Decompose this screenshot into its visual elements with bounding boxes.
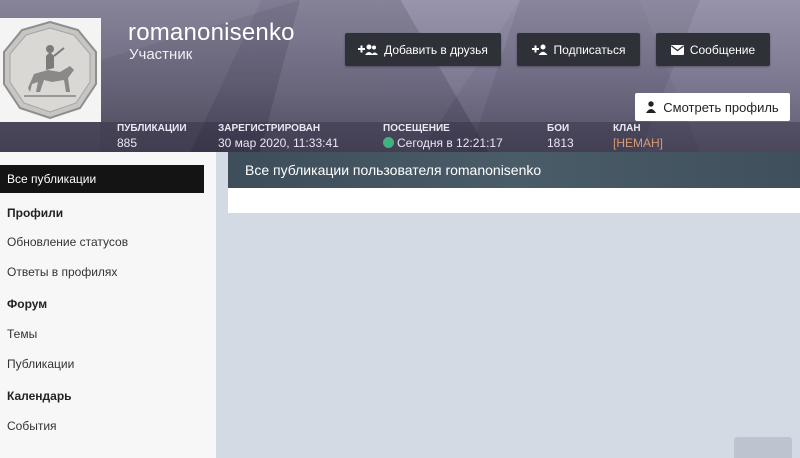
content-panel — [228, 188, 800, 213]
stat-label: КЛАН — [613, 123, 641, 134]
coin-horse-rider-icon — [3, 20, 97, 120]
avatar[interactable] — [0, 18, 101, 122]
add-friend-label: Добавить в друзья — [384, 42, 488, 57]
stat-posts: ПУБЛИКАЦИИ 885 — [117, 122, 187, 150]
stat-value: 885 — [117, 136, 138, 150]
view-profile-button[interactable]: Смотреть профиль — [635, 93, 790, 121]
page-title-text: Все публикации пользователя romanonisenk… — [245, 162, 542, 178]
subscribe-icon — [531, 44, 548, 55]
stat-value: 1813 — [547, 136, 574, 150]
scroll-to-top-button[interactable] — [734, 437, 792, 458]
view-profile-label: Смотреть профиль — [663, 99, 779, 115]
stat-label: БОИ — [547, 123, 570, 134]
add-friend-button[interactable]: Добавить в друзья — [345, 33, 501, 66]
stat-battles: БОИ 1813 — [547, 122, 574, 150]
stat-value: Сегодня в 12:21:17 — [383, 136, 503, 150]
profile-stats-bar: ПУБЛИКАЦИИ 885 ЗАРЕГИСТРИРОВАН 30 мар 20… — [0, 122, 800, 152]
stat-value: 30 мар 2020, 11:33:41 — [218, 136, 339, 150]
add-friend-icon — [358, 44, 379, 55]
stat-registered: ЗАРЕГИСТРИРОВАН 30 мар 2020, 11:33:41 — [218, 122, 339, 150]
sidebar-heading-profiles: Профили — [7, 206, 64, 220]
subscribe-button[interactable]: Подписаться — [517, 33, 640, 66]
profile-header: romanonisenko Участник Добавить в друзья… — [0, 0, 800, 152]
stat-label: ЗАРЕГИСТРИРОВАН — [218, 123, 321, 134]
message-label: Сообщение — [689, 42, 756, 57]
page-title: Все публикации пользователя romanonisenk… — [228, 152, 800, 188]
profile-username: romanonisenko — [128, 19, 295, 46]
last-visit-text: Сегодня в 12:21:17 — [397, 136, 503, 150]
sidebar: Все публикации Профили Обновление статус… — [0, 152, 216, 458]
sidebar-item-all-posts[interactable]: Все публикации — [0, 165, 204, 193]
sidebar-item-topics[interactable]: Темы — [7, 327, 37, 341]
sidebar-item-events[interactable]: События — [7, 419, 57, 433]
stat-label: ПОСЕЩЕНИЕ — [383, 123, 450, 134]
sidebar-item-profile-replies[interactable]: Ответы в профилях — [7, 265, 117, 279]
stat-clan: КЛАН [НЕМАН] — [613, 122, 663, 150]
sidebar-heading-forum: Форум — [7, 297, 48, 311]
message-button[interactable]: Сообщение — [656, 33, 770, 66]
sidebar-item-posts[interactable]: Публикации — [7, 357, 74, 371]
profile-role: Участник — [129, 46, 193, 63]
user-icon — [646, 101, 657, 113]
envelope-icon — [670, 44, 684, 55]
sidebar-heading-calendar: Календарь — [7, 389, 72, 403]
stat-last-visit: ПОСЕЩЕНИЕ Сегодня в 12:21:17 — [383, 122, 503, 150]
online-status-icon — [383, 137, 394, 148]
sidebar-item-status-updates[interactable]: Обновление статусов — [7, 235, 128, 249]
clan-link[interactable]: [НЕМАН] — [613, 136, 663, 150]
subscribe-label: Подписаться — [553, 42, 626, 57]
stat-label: ПУБЛИКАЦИИ — [117, 123, 187, 134]
